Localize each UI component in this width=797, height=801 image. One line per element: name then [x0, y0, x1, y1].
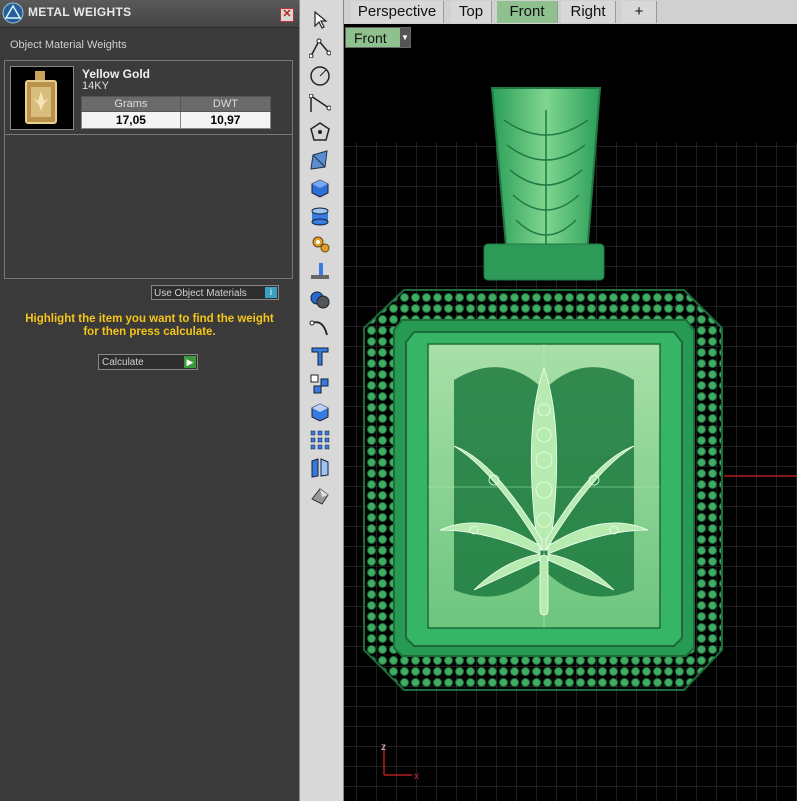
shade-icon[interactable]: [308, 485, 332, 507]
tab-perspective[interactable]: Perspective: [351, 1, 444, 23]
axis-x-label: x: [414, 771, 419, 782]
grams-value: 17,05: [81, 111, 181, 129]
play-icon[interactable]: ▶: [184, 356, 196, 368]
cursor-icon[interactable]: [308, 9, 332, 31]
material-row[interactable]: Yellow Gold 14KY Grams DWT 17,05 10,97: [5, 61, 292, 135]
viewport-tabs: Perspective Top Front Right +: [344, 0, 797, 25]
instruction-line-2: for then press calculate.: [83, 326, 216, 338]
use-object-materials-label: Use Object Materials: [154, 288, 247, 299]
material-name: Yellow Gold: [82, 67, 151, 81]
use-object-materials-select[interactable]: Use Object Materials i: [151, 285, 279, 300]
instruction-text: Highlight the item you want to find the …: [10, 313, 289, 339]
text-icon[interactable]: [308, 345, 332, 367]
cube-icon[interactable]: [308, 401, 332, 423]
material-alloy: 14KY: [82, 80, 109, 92]
extrude-icon[interactable]: [308, 261, 332, 283]
calculate-label: Calculate: [102, 357, 144, 368]
gear-icon[interactable]: [308, 233, 332, 255]
section-label: Object Material Weights: [10, 39, 127, 51]
curve-icon[interactable]: [308, 317, 332, 339]
info-icon[interactable]: i: [265, 287, 277, 298]
front-viewport[interactable]: z x: [344, 50, 797, 801]
surface-icon[interactable]: [308, 149, 332, 171]
view-selector[interactable]: Front ▼: [345, 27, 411, 48]
array-icon[interactable]: [308, 373, 332, 395]
pendant-thumbnail: [10, 66, 74, 130]
weights-table: Grams DWT 17,05 10,97: [81, 96, 272, 129]
boolean-icon[interactable]: [308, 289, 332, 311]
app-logo-icon: [2, 2, 24, 24]
cylinder-icon[interactable]: [308, 205, 332, 227]
column-header-grams: Grams: [81, 96, 181, 112]
tab-top[interactable]: Top: [451, 1, 492, 23]
panel-titlebar: METAL WEIGHTS ✕: [0, 0, 299, 28]
metal-weights-panel: METAL WEIGHTS ✕ Object Material Weights …: [0, 0, 299, 801]
chevron-down-icon[interactable]: ▼: [400, 28, 410, 47]
tab-front[interactable]: Front: [497, 1, 558, 23]
pendant-render: z x: [344, 87, 797, 801]
instruction-line-1: Highlight the item you want to find the …: [25, 313, 274, 325]
arc-icon[interactable]: [308, 93, 332, 115]
axis-z-label: z: [381, 742, 386, 753]
view-selector-label: Front: [354, 30, 387, 46]
tab-right[interactable]: Right: [561, 1, 616, 23]
add-tab-icon[interactable]: +: [622, 1, 657, 23]
close-icon[interactable]: ✕: [280, 8, 294, 22]
vertical-toolbar: [299, 0, 344, 801]
polygon-icon[interactable]: [308, 121, 332, 143]
column-header-dwt: DWT: [179, 96, 272, 112]
calculate-button[interactable]: Calculate ▶: [98, 354, 198, 370]
polyline-icon[interactable]: [308, 37, 332, 59]
viewport-header: [344, 24, 797, 50]
box-icon[interactable]: [308, 177, 332, 199]
mirror-icon[interactable]: [308, 457, 332, 479]
circle-icon[interactable]: [308, 65, 332, 87]
dwt-value: 10,97: [179, 111, 272, 129]
panel-title: METAL WEIGHTS: [28, 5, 132, 19]
material-list: Yellow Gold 14KY Grams DWT 17,05 10,97: [4, 60, 293, 279]
grid-icon[interactable]: [308, 429, 332, 451]
